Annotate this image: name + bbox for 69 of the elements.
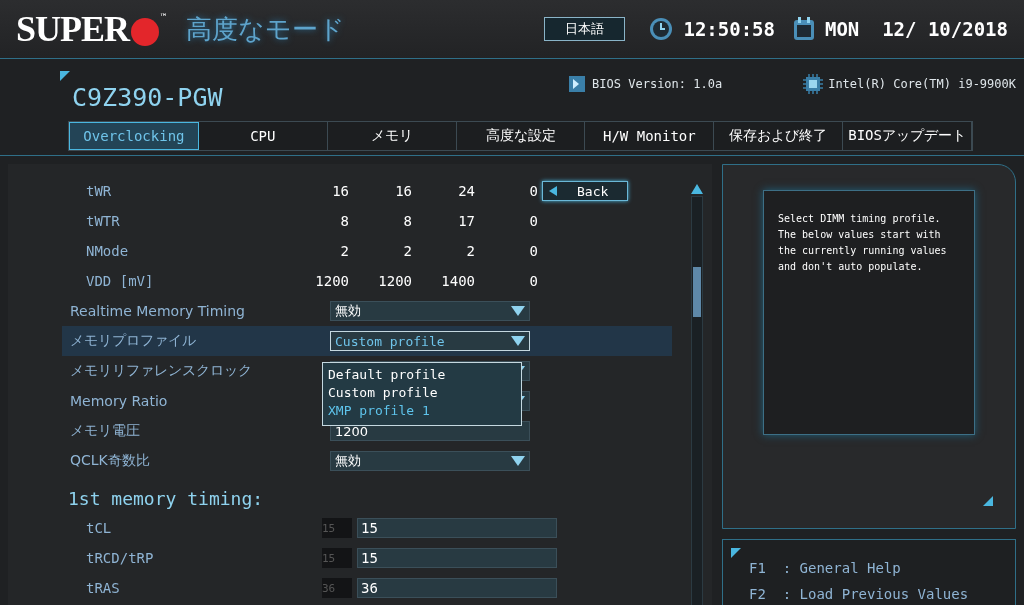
dropdown-arrow-icon	[511, 456, 525, 466]
mode-title: 高度なモード	[186, 12, 346, 46]
dropdown-option[interactable]: Custom profile	[328, 385, 516, 403]
timing-value: 2	[339, 243, 349, 259]
timing-label: tWR	[85, 183, 113, 199]
setting-label: QCLK奇数比	[69, 452, 151, 470]
corner-mark-icon	[60, 71, 70, 81]
timing-value: 17	[457, 213, 475, 229]
section-title: 1st memory timing:	[67, 487, 265, 511]
date-text: MON 12/ 10/2018	[824, 18, 1008, 40]
setting-label: メモリプロファイル	[69, 332, 197, 350]
clock-icon	[649, 17, 674, 41]
time-text: 12:50:58	[683, 18, 775, 40]
timing-input[interactable]: 36	[357, 578, 557, 598]
timing-value: 2	[402, 243, 412, 259]
back-arrow-icon	[549, 186, 557, 196]
timing-value: 0	[528, 183, 538, 199]
timing-value: 1200	[314, 273, 349, 289]
help-text: Select DIMM timing profile. The below values start with the currently running values and don't auto populate.	[763, 190, 975, 435]
timing-value: 1200	[377, 273, 412, 289]
trademark: ™	[161, 12, 167, 22]
language-button[interactable]: 日本語	[544, 17, 626, 41]
setting-dropdown[interactable]: Custom profile	[330, 331, 530, 351]
current-value: 15	[322, 518, 352, 538]
logo-text: SUPER	[16, 8, 130, 50]
timing-value: 0	[528, 273, 538, 289]
timing-value: 0	[528, 243, 538, 259]
timing-value: 24	[457, 183, 475, 199]
timing-label: NMode	[85, 243, 130, 259]
timing-value: 1400	[440, 273, 475, 289]
key-hint: F1 : General Help	[749, 560, 902, 578]
timing-value: 8	[402, 213, 412, 229]
current-value: 15	[322, 548, 352, 568]
timing-label: tRAS	[85, 580, 121, 596]
setting-dropdown[interactable]: 無効	[330, 301, 530, 321]
setting-dropdown[interactable]: 無効	[330, 451, 530, 471]
board-model: C9Z390-PGW	[72, 82, 223, 112]
timing-value: 16	[331, 183, 349, 199]
dropdown-option[interactable]: Default profile	[328, 367, 516, 385]
timing-input[interactable]: 15	[357, 518, 557, 538]
scroll-up-icon[interactable]	[691, 184, 703, 194]
timing-label: tWTR	[85, 213, 121, 229]
timing-value: 0	[528, 213, 538, 229]
current-value: 36	[322, 578, 352, 598]
setting-label: メモリ電圧	[69, 422, 141, 440]
setting-label: Memory Ratio	[69, 393, 169, 409]
corner-mark-icon	[983, 496, 993, 506]
timing-input[interactable]: 15	[357, 548, 557, 568]
timing-value: 2	[465, 243, 475, 259]
back-button[interactable]: Back	[542, 181, 628, 201]
menu-tab[interactable]: Overclocking	[69, 122, 199, 150]
timing-label: tCL	[85, 520, 113, 536]
dropdown-option[interactable]: XMP profile 1	[328, 403, 516, 421]
corner-mark-icon	[731, 548, 741, 558]
calendar-icon	[792, 17, 815, 41]
setting-label: メモリリファレンスクロック	[69, 362, 253, 380]
bios-version: BIOS Version: 1.0a	[592, 77, 723, 91]
dropdown-arrow-icon	[511, 336, 525, 346]
key-hint: F2 : Load Previous Values	[749, 586, 970, 604]
cpu-name: Intel(R) Core(TM) i9-9900K	[828, 77, 1016, 91]
timing-label: VDD [mV]	[85, 273, 155, 289]
setting-label: Realtime Memory Timing	[69, 303, 246, 319]
scrollbar[interactable]	[691, 196, 703, 605]
timing-value: 16	[394, 183, 412, 199]
timing-label: tRCD/tRP	[85, 550, 155, 566]
dropdown-arrow-icon	[511, 306, 525, 316]
timing-value: 8	[339, 213, 349, 229]
logo-dot-icon	[131, 18, 160, 46]
cpu-chip-icon	[802, 73, 825, 95]
